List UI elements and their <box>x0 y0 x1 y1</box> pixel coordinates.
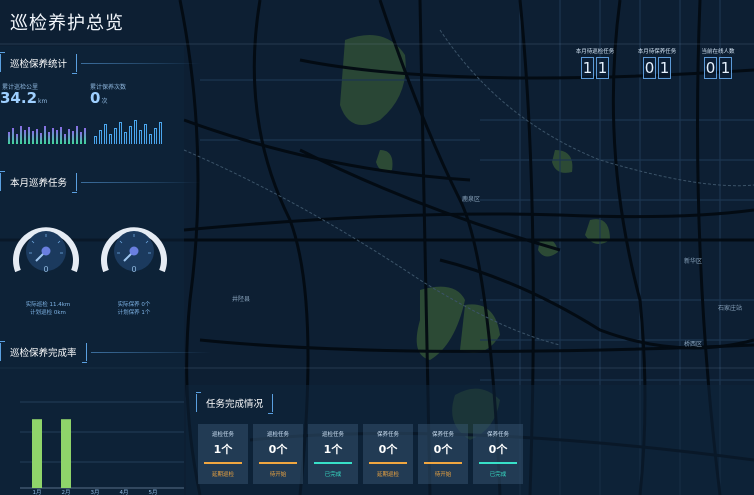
completion-rate-chart: 1月 2月 3月 4月 5月 <box>20 401 184 495</box>
maintenance-gauge: 0 <box>101 227 167 274</box>
spark-bar <box>56 130 58 144</box>
section-title: 巡检保养统计 <box>0 52 78 74</box>
task-card[interactable]: 保养任务 0个 延期巡检 <box>363 424 413 484</box>
spark-bar <box>159 122 162 144</box>
spark-bar <box>119 122 122 144</box>
spark-bar <box>129 126 132 144</box>
maint-count-value: 0次 <box>90 89 108 107</box>
spark-bar <box>68 129 70 144</box>
spark-bar <box>16 134 18 144</box>
spark-bar <box>60 127 62 144</box>
spark-bar <box>84 128 86 144</box>
spark-bar <box>32 131 34 144</box>
spark-bar <box>72 131 74 144</box>
rate-tick-label: 2月 <box>62 489 71 495</box>
spark-bar <box>94 136 97 144</box>
task-card[interactable]: 保养任务 0个 待开始 <box>418 424 468 484</box>
task-cards: 巡检任务 1个 延期巡检 巡检任务 0个 待开始 巡检任务 1个 已完成 保养任… <box>198 424 523 484</box>
section-inspection-stats: 巡检保养统计 <box>0 52 202 74</box>
maint-sparkbars <box>94 118 162 144</box>
page-title: 巡检养护总览 <box>10 13 124 34</box>
inspect-sparkbars <box>8 120 86 144</box>
spark-bar <box>134 120 137 144</box>
spark-bar <box>76 126 78 144</box>
rate-tick-label: 3月 <box>91 489 100 495</box>
spark-bar <box>8 132 10 144</box>
gauge1-value: 0 <box>43 265 48 274</box>
task-card[interactable]: 保养任务 0个 已完成 <box>473 424 523 484</box>
spark-bar <box>48 132 50 144</box>
counter-pending-inspection: 本月待巡检任务 11 <box>575 49 615 79</box>
spark-bar <box>109 134 112 144</box>
counter-pending-maintenance: 本月待保养任务 01 <box>637 49 677 79</box>
rate-bar <box>32 419 42 488</box>
inspect-km-value: 34.2km <box>0 89 48 107</box>
map-label-station: 石家庄站 <box>718 305 743 312</box>
map-label-luquan: 鹿泉区 <box>462 196 481 203</box>
spark-bar <box>36 129 38 144</box>
map-label-xinhua: 新华区 <box>684 258 703 265</box>
section-monthly-tasks: 本月巡养任务 <box>0 171 202 193</box>
map-label-jingxing: 井陉县 <box>232 296 251 303</box>
spark-bar <box>28 127 30 144</box>
spark-bar <box>114 128 117 144</box>
spark-bar <box>154 128 157 144</box>
spark-bar <box>124 132 127 144</box>
spark-bar <box>12 128 14 144</box>
rate-bar <box>61 419 71 488</box>
gauge2-caption: 实际保养 0个 计划保养 1个 <box>117 302 151 316</box>
spark-bar <box>24 130 26 144</box>
section-completion-rate: 巡检保养完成率 <box>0 341 211 363</box>
spark-bar <box>104 124 107 144</box>
counter-online-users: 当前在线人数 01 <box>701 49 735 79</box>
task-card[interactable]: 巡检任务 1个 已完成 <box>308 424 358 484</box>
task-card[interactable]: 巡检任务 0个 待开始 <box>253 424 303 484</box>
spark-bar <box>149 134 152 144</box>
spark-bar <box>139 130 142 144</box>
section-title: 巡检保养完成率 <box>0 341 87 363</box>
spark-bar <box>64 134 66 144</box>
inspection-gauge: 0 <box>13 227 79 274</box>
rate-tick-label: 1月 <box>33 489 42 495</box>
rate-tick-label: 5月 <box>149 489 158 495</box>
gauge2-value: 0 <box>131 265 136 274</box>
task-card[interactable]: 巡检任务 1个 延期巡检 <box>198 424 248 484</box>
spark-bar <box>40 133 42 144</box>
section-task-completion: 任务完成情况 <box>196 392 274 414</box>
spark-bar <box>99 130 102 144</box>
spark-bar <box>44 126 46 144</box>
section-title: 本月巡养任务 <box>0 171 78 193</box>
map-label-qiaoxi: 桥西区 <box>684 341 703 348</box>
spark-bar <box>52 128 54 144</box>
rate-tick-label: 4月 <box>120 489 129 495</box>
spark-bar <box>20 126 22 144</box>
spark-bar <box>80 132 82 144</box>
spark-bar <box>144 124 147 144</box>
gauge1-caption: 实际巡检 11.4km 计划巡检 0km <box>25 302 71 316</box>
section-title: 任务完成情况 <box>196 392 274 414</box>
